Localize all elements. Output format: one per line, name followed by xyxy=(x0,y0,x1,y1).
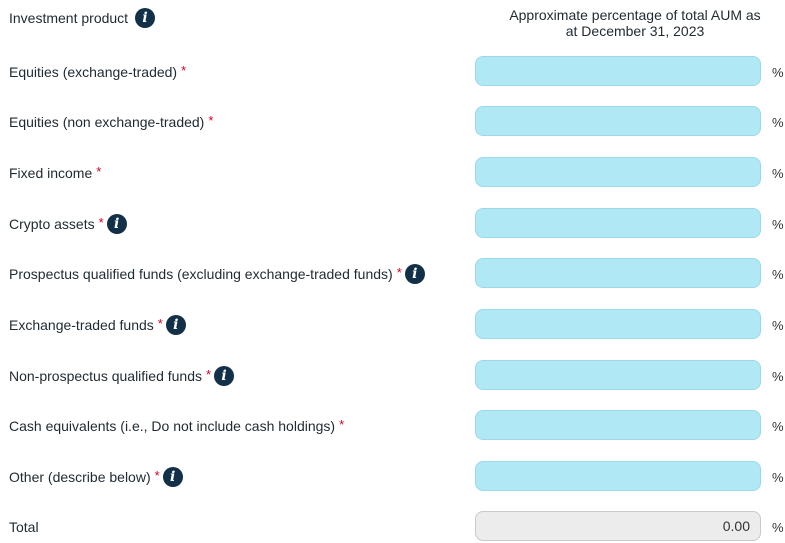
required-asterisk: * xyxy=(154,467,160,483)
row-label-text: Equities (exchange-traded) xyxy=(9,64,178,80)
row-crypto-assets: Crypto assets * i % xyxy=(0,208,785,240)
crypto-assets-input[interactable] xyxy=(475,208,761,238)
aum-header-line2: at December 31, 2023 xyxy=(565,23,705,39)
row-label: Non-prospectus qualified funds * i xyxy=(9,360,235,392)
row-label-text: Other (describe below) xyxy=(9,469,151,485)
prospectus-qualified-funds-input[interactable] xyxy=(475,258,761,288)
required-asterisk: * xyxy=(339,416,345,432)
row-cash-equivalents: Cash equivalents (i.e., Do not include c… xyxy=(0,410,785,442)
row-label-text: Prospectus qualified funds (excluding ex… xyxy=(9,266,393,282)
row-label-text: Non-prospectus qualified funds xyxy=(9,368,203,384)
aum-column-header: Approximate percentage of total AUM as a… xyxy=(490,7,780,39)
info-icon[interactable]: i xyxy=(162,467,183,487)
exchange-traded-funds-input[interactable] xyxy=(475,309,761,339)
row-label: Equities (exchange-traded) * xyxy=(9,56,186,88)
required-asterisk: * xyxy=(181,62,187,78)
cash-equivalents-input[interactable] xyxy=(475,410,761,440)
non-prospectus-qualified-funds-input[interactable] xyxy=(475,360,761,390)
total-label: Total xyxy=(9,519,39,535)
row-label-text: Cash equivalents (i.e., Do not include c… xyxy=(9,418,336,434)
table-header: Investment product i Approximate percent… xyxy=(0,0,785,46)
percent-unit: % xyxy=(772,519,784,535)
row-equities-non-exchange-traded: Equities (non exchange-traded) * % xyxy=(0,106,785,138)
row-non-prospectus-qualified-funds: Non-prospectus qualified funds * i % xyxy=(0,360,785,392)
row-label: Crypto assets * i xyxy=(9,208,127,240)
percent-unit: % xyxy=(772,64,784,80)
percent-unit: % xyxy=(772,165,784,181)
row-label-text: Equities (non exchange-traded) xyxy=(9,114,205,130)
row-label: Prospectus qualified funds (excluding ex… xyxy=(9,258,425,290)
row-fixed-income: Fixed income * % xyxy=(0,157,785,189)
aum-header-line1: Approximate percentage of total AUM as xyxy=(509,7,761,23)
row-label: Total xyxy=(9,511,39,543)
required-asterisk: * xyxy=(396,264,402,280)
required-asterisk: * xyxy=(157,315,163,331)
info-icon[interactable]: i xyxy=(404,264,425,284)
info-icon[interactable]: i xyxy=(165,315,186,335)
percent-unit: % xyxy=(772,114,784,130)
row-exchange-traded-funds: Exchange-traded funds * i % xyxy=(0,309,785,341)
row-prospectus-qualified-funds: Prospectus qualified funds (excluding ex… xyxy=(0,258,785,290)
required-asterisk: * xyxy=(206,366,212,382)
row-label: Other (describe below) * i xyxy=(9,461,183,493)
other-input[interactable] xyxy=(475,461,761,491)
row-label-text: Crypto assets xyxy=(9,216,95,232)
equities-non-exchange-traded-input[interactable] xyxy=(475,106,761,136)
investment-product-header: Investment product i xyxy=(9,8,156,28)
fixed-income-input[interactable] xyxy=(475,157,761,187)
required-asterisk: * xyxy=(98,214,104,230)
equities-exchange-traded-input[interactable] xyxy=(475,56,761,86)
row-total: Total % xyxy=(0,511,785,543)
row-label: Exchange-traded funds * i xyxy=(9,309,186,341)
row-label-text: Fixed income xyxy=(9,165,93,181)
row-label: Fixed income * xyxy=(9,157,101,189)
row-other: Other (describe below) * i % xyxy=(0,461,785,493)
row-label: Equities (non exchange-traded) * xyxy=(9,106,213,138)
required-asterisk: * xyxy=(96,163,102,179)
info-icon[interactable]: i xyxy=(214,366,235,386)
percent-unit: % xyxy=(772,317,784,333)
percent-unit: % xyxy=(772,368,784,384)
info-icon[interactable]: i xyxy=(106,214,127,234)
row-label: Cash equivalents (i.e., Do not include c… xyxy=(9,410,344,442)
percent-unit: % xyxy=(772,418,784,434)
row-label-text: Exchange-traded funds xyxy=(9,317,154,333)
required-asterisk: * xyxy=(208,112,214,128)
info-icon[interactable]: i xyxy=(135,8,156,28)
total-input xyxy=(475,511,761,541)
percent-unit: % xyxy=(772,266,784,282)
percent-unit: % xyxy=(772,469,784,485)
percent-unit: % xyxy=(772,216,784,232)
row-equities-exchange-traded: Equities (exchange-traded) * % xyxy=(0,56,785,88)
investment-product-label: Investment product xyxy=(9,10,129,26)
